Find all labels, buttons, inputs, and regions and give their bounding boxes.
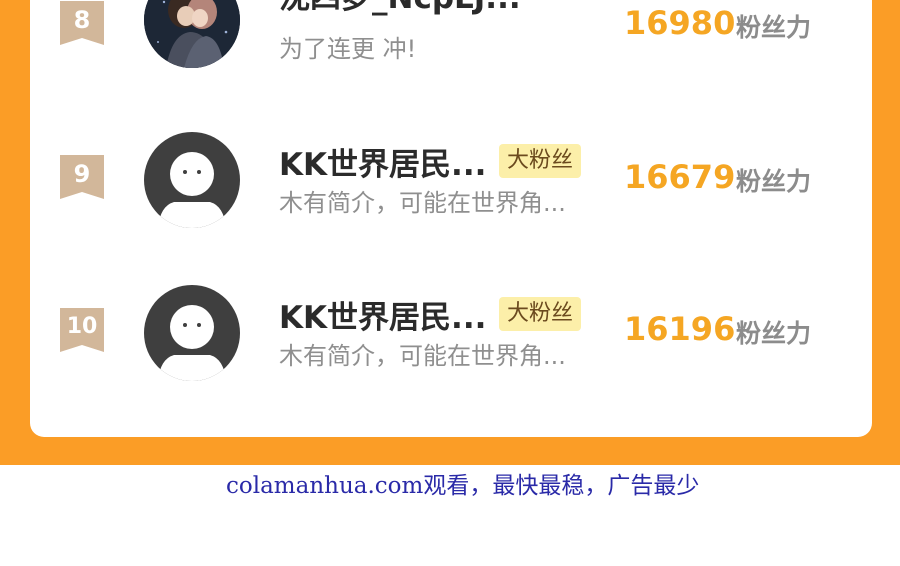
user-name[interactable]: KK世界居民... [279,292,486,337]
fan-power-score: 16980 [624,4,736,42]
watermark-text: colamanhua.com观看，最快最稳，广告最少 [226,473,700,499]
ranking-list-card: 8 沈四梦_NcpLJ... 为了连更 冲! 16980 [30,0,872,437]
user-bio: 木有简介，可能在世界角... [279,342,566,370]
big-fan-badge: 大粉丝 [499,297,582,331]
default-user-avatar-icon [144,132,240,228]
fan-power-label: 粉丝力 [736,13,812,42]
ranking-row[interactable]: 8 沈四梦_NcpLJ... 为了连更 冲! 16980 [30,0,872,100]
user-bio: 为了连更 冲! [279,35,417,63]
user-name[interactable]: KK世界居民... [279,139,486,184]
avatar[interactable] [144,132,240,228]
rank-badge: 8 [60,1,104,45]
default-user-avatar-icon [144,285,240,381]
fan-power-score: 16679 [624,158,736,196]
user-bio: 木有简介，可能在世界角... [279,189,566,217]
ranking-row[interactable]: 9 KK世界居民... 大粉丝 木有简介，可能在世界角... 16679 粉丝力 [30,120,872,240]
fan-power-label: 粉丝力 [736,167,812,196]
big-fan-badge: 大粉丝 [499,144,582,178]
fan-power-label: 粉丝力 [736,319,812,348]
avatar[interactable] [144,0,240,68]
illustrated-couple-avatar-icon [144,0,240,68]
avatar[interactable] [144,285,240,381]
rank-badge: 9 [60,155,104,199]
ranking-panel-frame: 8 沈四梦_NcpLJ... 为了连更 冲! 16980 [0,0,900,465]
user-name[interactable]: 沈四梦_NcpLJ... [279,0,521,17]
fan-power-score: 16196 [624,310,736,348]
rank-badge: 10 [60,308,104,352]
ranking-row[interactable]: 10 KK世界居民... 大粉丝 木有简介，可能在世界角... 16196 粉丝… [30,272,872,392]
